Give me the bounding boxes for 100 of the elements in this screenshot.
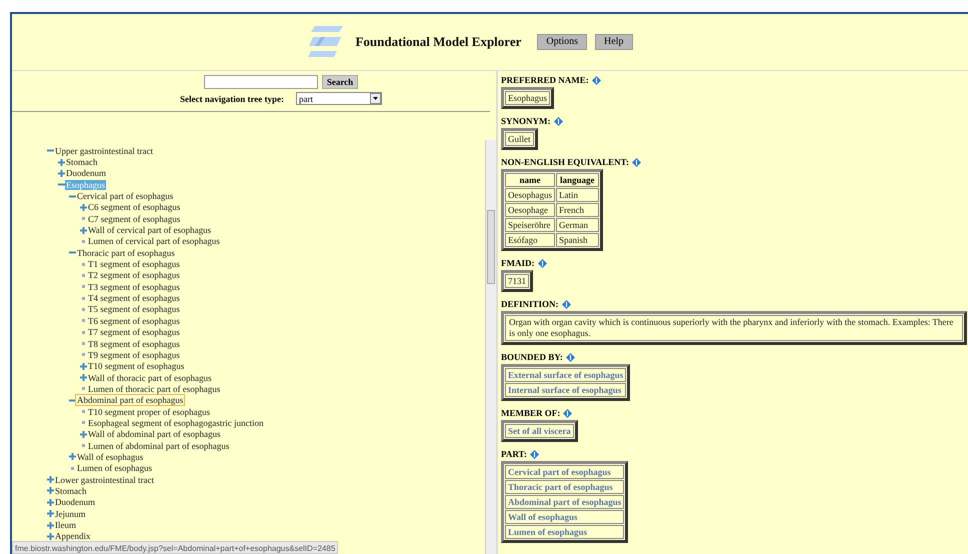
value-cell: Esophagus xyxy=(505,91,550,105)
plus-icon[interactable] xyxy=(47,522,54,529)
plus-icon[interactable] xyxy=(80,204,87,211)
plus-icon[interactable] xyxy=(80,226,87,234)
plus-icon[interactable] xyxy=(69,453,76,460)
section-heading: PREFERRED NAME: xyxy=(501,75,589,86)
tree-item[interactable]: Wall of esophagus xyxy=(76,452,144,462)
plus-icon[interactable] xyxy=(47,487,54,494)
bullet-icon xyxy=(80,217,87,220)
tree-item[interactable]: T10 segment proper of esophagus xyxy=(87,406,211,417)
app-title: Foundational Model Explorer xyxy=(355,34,522,50)
plus-icon[interactable] xyxy=(47,532,54,540)
minus-icon[interactable] xyxy=(69,396,76,404)
info-icon[interactable] xyxy=(530,450,539,459)
scrollbar[interactable] xyxy=(485,140,496,554)
link[interactable]: Set of all viscera xyxy=(505,424,574,438)
tree-item[interactable]: Lumen of cervical part of esophagus xyxy=(87,236,221,246)
link[interactable]: Cervical part of esophagus xyxy=(505,465,624,479)
bullet-icon xyxy=(80,444,87,448)
section-heading: BOUNDED BY: xyxy=(501,352,563,363)
section-heading: PART: xyxy=(501,449,527,460)
bullet-icon xyxy=(80,285,87,288)
tree-item[interactable]: T7 segment of esophagus xyxy=(87,327,181,338)
tree-item[interactable]: T3 segment of esophagus xyxy=(87,282,181,292)
plus-icon[interactable] xyxy=(47,510,54,518)
search-button[interactable]: Search xyxy=(322,75,358,89)
bullet-icon xyxy=(80,240,87,243)
tree-item[interactable]: Esophageal segment of esophagogastric junction xyxy=(87,418,264,428)
tree-item[interactable]: Wall of thoracic part of esophagus xyxy=(87,372,212,383)
tree-item[interactable]: Wall of cervical part of esophagus xyxy=(87,225,212,236)
tree-item[interactable]: T5 segment of esophagus xyxy=(87,304,181,314)
plus-icon[interactable] xyxy=(58,170,65,177)
info-icon[interactable] xyxy=(632,158,641,167)
header-button[interactable]: Options xyxy=(537,34,588,50)
value-cell: Gullet xyxy=(505,132,534,146)
definition-text: Organ with organ cavity which is continuous superiorly with the pharynx and inferiorly with the stomach. Examples: There is only one esophagus. xyxy=(505,315,963,341)
link[interactable]: Thoracic part of esophagus xyxy=(505,480,624,494)
tree-item[interactable]: Wall of abdominal part of esophagus xyxy=(87,429,222,440)
link[interactable]: Internal surface of esophagus xyxy=(505,383,626,397)
tree-item[interactable]: Lumen of esophagus xyxy=(76,463,153,474)
tree-item[interactable]: T9 segment of esophagus xyxy=(87,350,181,360)
table-cell: Spanish xyxy=(556,233,599,247)
tree-item[interactable]: T1 segment of esophagus xyxy=(87,259,181,270)
bullet-icon xyxy=(80,296,87,300)
minus-icon[interactable] xyxy=(69,249,76,256)
bullet-icon xyxy=(80,410,87,414)
scrollbar-thumb[interactable] xyxy=(487,210,495,284)
tree-item[interactable]: T2 segment of esophagus xyxy=(87,270,181,280)
tree-item[interactable]: T6 segment of esophagus xyxy=(87,316,181,326)
plus-icon[interactable] xyxy=(80,374,87,382)
tree-type-select[interactable]: part xyxy=(296,92,382,105)
tree-item[interactable]: T10 segment of esophagus xyxy=(87,361,186,372)
tree-item[interactable]: Jejunum xyxy=(54,508,86,519)
tree-item[interactable]: Appendix xyxy=(54,531,92,542)
column-header: language xyxy=(556,173,599,187)
bullet-icon xyxy=(69,466,76,470)
bullet-icon xyxy=(80,319,87,322)
tree-item[interactable]: T4 segment of esophagus xyxy=(87,293,181,304)
tree-item[interactable]: Abdominal part of esophagus xyxy=(76,395,184,406)
tree-item[interactable]: Stomach xyxy=(65,157,98,168)
bullet-icon xyxy=(80,387,87,390)
plus-icon[interactable] xyxy=(58,158,65,166)
info-icon[interactable] xyxy=(538,259,546,268)
header-button[interactable]: Help xyxy=(595,34,632,50)
table-cell: Speiseröhre xyxy=(505,218,555,232)
tree-item[interactable]: Duodenum xyxy=(65,168,107,178)
tree-item[interactable]: C6 segment of esophagus xyxy=(87,202,182,212)
plus-icon[interactable] xyxy=(80,362,87,370)
table-cell: Esófago xyxy=(505,233,555,247)
tree-item[interactable]: Lower gastrointestinal tract xyxy=(54,474,155,485)
plus-icon[interactable] xyxy=(80,430,87,438)
tree-item[interactable]: Duodenum xyxy=(54,497,96,508)
minus-icon[interactable] xyxy=(47,147,54,154)
table-cell: French xyxy=(556,203,599,217)
info-icon[interactable] xyxy=(563,409,572,418)
tree-item[interactable]: Upper gastrointestinal tract xyxy=(54,146,154,156)
dropdown-icon[interactable] xyxy=(370,93,382,104)
tree-item[interactable]: T8 segment of esophagus xyxy=(87,338,181,349)
tree-item[interactable]: Ileum xyxy=(54,520,77,530)
info-icon[interactable] xyxy=(554,117,562,126)
status-bar: fme.biostr.washington.edu/FME/body.jsp?sel=Abdominal+part+of+esophagus&selID=2485 xyxy=(12,541,338,554)
search-field[interactable] xyxy=(204,75,318,89)
tree-item[interactable]: Stomach xyxy=(54,486,88,496)
tree-item[interactable]: C7 segment of esophagus xyxy=(87,214,182,224)
info-icon[interactable] xyxy=(566,353,575,362)
plus-icon[interactable] xyxy=(47,498,54,506)
tree-item[interactable]: Lumen of thoracic part of esophagus xyxy=(87,384,222,394)
link[interactable]: Abdominal part of esophagus xyxy=(505,495,624,509)
section-heading: NON-ENGLISH EQUIVALENT: xyxy=(501,157,629,168)
tree-item[interactable]: Thoracic part of esophagus xyxy=(76,248,176,258)
plus-icon[interactable] xyxy=(47,476,54,484)
info-icon[interactable] xyxy=(592,76,601,85)
link[interactable]: Lumen of esophagus xyxy=(505,525,624,539)
tree-item[interactable]: Lumen of abdominal part of esophagus xyxy=(87,440,230,451)
link[interactable]: Wall of esophagus xyxy=(505,510,624,524)
tree-item[interactable]: Cervical part of esophagus xyxy=(76,191,174,202)
table-cell: Oesophagus xyxy=(505,188,555,202)
info-icon[interactable] xyxy=(562,300,571,309)
link[interactable]: External surface of esophagus xyxy=(505,368,626,382)
column-header: name xyxy=(505,173,555,187)
